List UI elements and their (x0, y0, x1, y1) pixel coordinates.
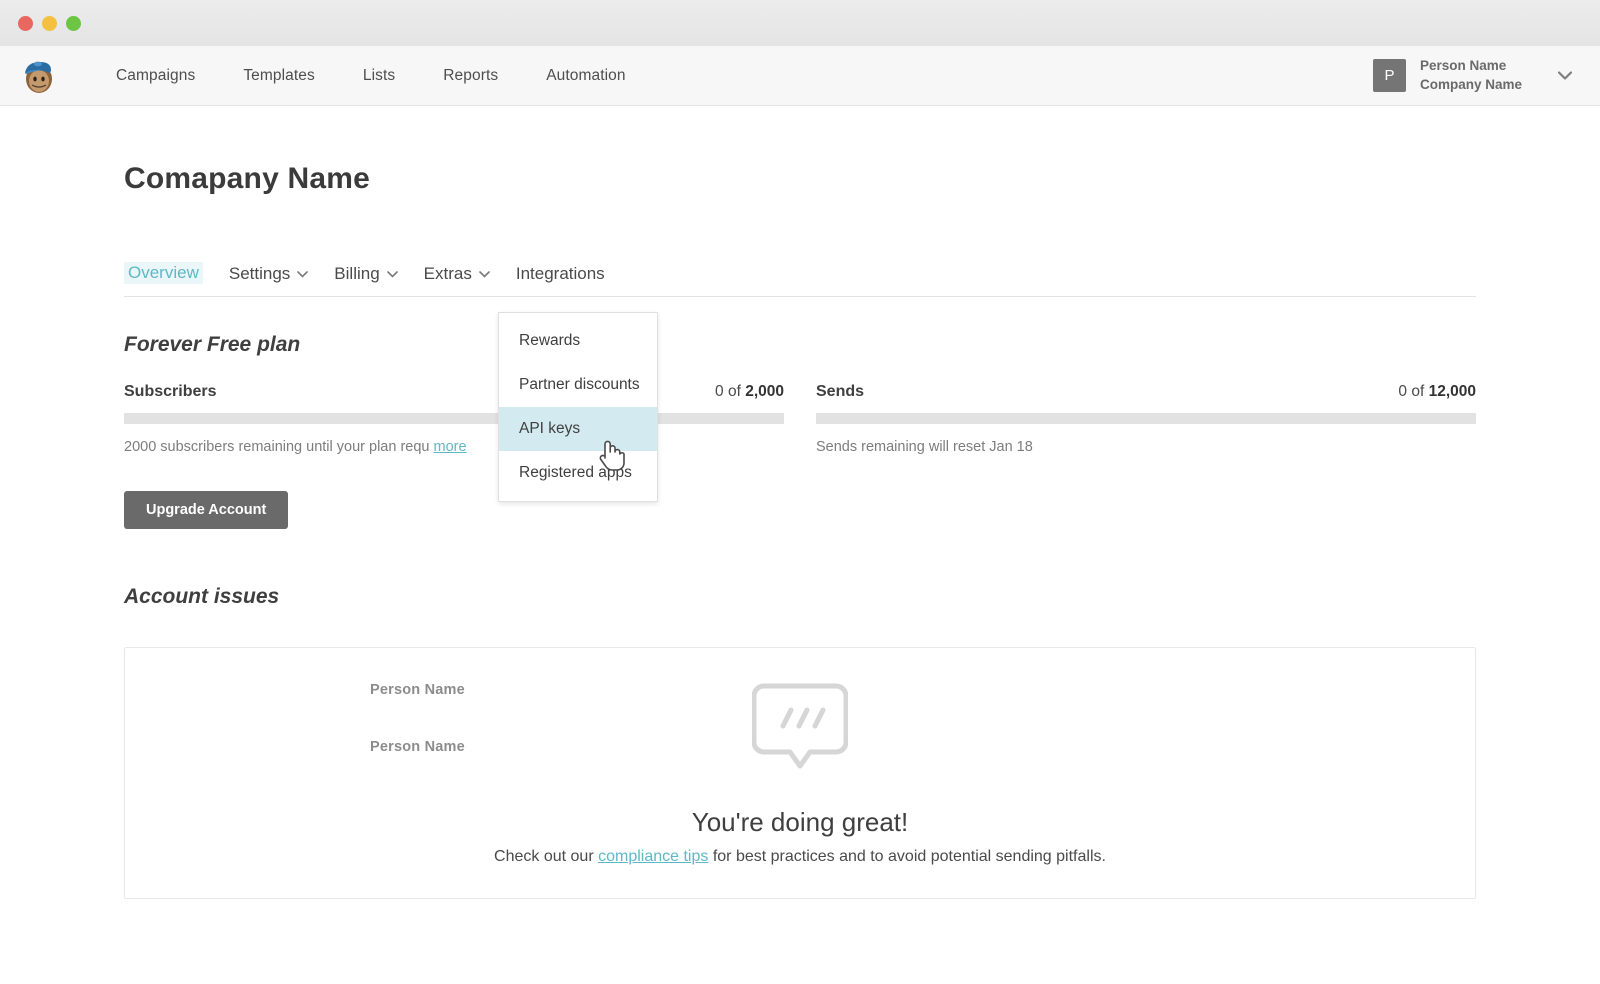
meter-subscribers-count-total: 2,000 (745, 383, 784, 400)
meter-sends-head: Sends 0 of 12,000 (816, 383, 1476, 401)
meter-subscribers-label: Subscribers (124, 383, 217, 400)
meter-sends: Sends 0 of 12,000 Sends remaining will r… (816, 383, 1476, 455)
nav-item-reports[interactable]: Reports (419, 61, 522, 91)
meter-sends-label: Sends (816, 383, 865, 400)
tab-label-extras: Extras (423, 264, 472, 283)
meter-subscribers-bar (124, 413, 784, 424)
chevron-down-icon-settings (297, 269, 309, 281)
tab-settings[interactable]: Settings (229, 264, 334, 284)
account-labels: Person Name Company Name (1420, 57, 1522, 93)
dropdown-label-rewards: Rewards (519, 332, 581, 349)
tab-billing[interactable]: Billing (334, 264, 423, 284)
account-tabs: Overview Settings Billing Extras Integra… (124, 262, 1476, 297)
plan-meters: Subscribers 0 of 2,000 2000 subscribers … (124, 383, 1476, 455)
account-company-name: Company Name (1419, 76, 1522, 92)
extras-dropdown-menu: Rewards Partner discounts API keys Regis… (498, 312, 658, 502)
account-person-name: Person Name (1419, 58, 1507, 74)
empty-state-subtitle: Check out our compliance tips for best p… (494, 848, 1106, 866)
tab-label-integrations: Integrations (515, 264, 605, 283)
dropdown-item-partner-discounts[interactable]: Partner discounts (499, 363, 657, 407)
tab-integrations[interactable]: Integrations (516, 264, 631, 284)
nav-label-automation: Automation (546, 66, 626, 84)
app-header: Campaigns Templates Lists Reports Automa… (0, 46, 1600, 106)
speech-bubble-icon (751, 680, 849, 777)
dropdown-item-registered-apps[interactable]: Registered apps (499, 451, 657, 495)
meter-subscribers-more-link[interactable]: more (434, 439, 467, 455)
minimize-window-button[interactable] (42, 15, 57, 31)
empty-sub-before: Check out our (494, 848, 599, 865)
compliance-tips-link[interactable]: compliance tips (598, 848, 708, 865)
nav-label-campaigns: Campaigns (116, 66, 196, 84)
account-issues-empty-state: You're doing great! Check out our compli… (124, 647, 1476, 899)
meter-sends-count: 0 of 12,000 (1398, 383, 1476, 401)
meter-subscribers-head: Subscribers 0 of 2,000 (124, 383, 784, 401)
close-window-button[interactable] (18, 15, 33, 31)
chevron-down-icon-billing (386, 269, 398, 281)
avatar: P (1372, 59, 1406, 92)
meter-sends-count-total: 12,000 (1428, 383, 1476, 400)
avatar-initial: P (1384, 67, 1395, 84)
empty-state-title: You're doing great! (691, 807, 909, 837)
meter-subscribers-note-text: 2000 subscribers remaining until your pl… (124, 439, 430, 455)
meter-subscribers-note: 2000 subscribers remaining until your pl… (124, 439, 784, 455)
nav-label-reports: Reports (443, 66, 499, 84)
nav-item-campaigns[interactable]: Campaigns (92, 61, 219, 91)
nav-item-templates[interactable]: Templates (219, 61, 339, 91)
meter-sends-count-current: 0 of (1398, 383, 1429, 400)
nav-item-automation[interactable]: Automation (522, 61, 649, 91)
ghost-person-name-1: Person Name (370, 682, 465, 698)
content-container: Comapany Name Overview Settings Billing … (124, 106, 1476, 899)
meter-subscribers: Subscribers 0 of 2,000 2000 subscribers … (124, 383, 784, 455)
dropdown-item-api-keys[interactable]: API keys (499, 407, 657, 451)
page-title: Comapany Name (124, 162, 371, 195)
tab-overview[interactable]: Overview (124, 262, 203, 284)
account-issues-title: Account issues (124, 585, 280, 608)
mailchimp-freddie-logo-icon[interactable] (18, 55, 60, 97)
tab-label-billing: Billing (334, 264, 380, 283)
meter-subscribers-count: 0 of 2,000 (715, 383, 784, 401)
nav-label-lists: Lists (362, 66, 396, 84)
dropdown-label-registered-apps: Registered apps (519, 464, 632, 481)
account-menu[interactable]: P Person Name Company Name (1372, 57, 1576, 93)
maximize-window-button[interactable] (66, 15, 81, 31)
meter-sends-bar (816, 413, 1476, 424)
dropdown-label-partner-discounts: Partner discounts (519, 376, 640, 393)
dropdown-item-rewards[interactable]: Rewards (499, 319, 657, 363)
upgrade-account-button[interactable]: Upgrade Account (124, 491, 289, 529)
chevron-down-icon-extras (479, 269, 490, 281)
meter-sends-note: Sends remaining will reset Jan 18 (816, 439, 1033, 455)
meter-subscribers-count-current: 0 of (715, 383, 746, 400)
main-navigation: Campaigns Templates Lists Reports Automa… (92, 61, 650, 91)
window-title-bar (0, 0, 1600, 46)
nav-label-templates: Templates (243, 66, 315, 84)
ghost-person-name-2: Person Name (370, 739, 465, 755)
nav-item-lists[interactable]: Lists (339, 61, 419, 91)
traffic-lights (18, 15, 81, 31)
page-body: Comapany Name Overview Settings Billing … (0, 106, 1600, 899)
empty-sub-after: for best practices and to avoid potentia… (708, 848, 1106, 865)
chevron-down-icon[interactable] (1557, 68, 1573, 83)
dropdown-label-api-keys: API keys (519, 420, 581, 437)
tab-label-overview: Overview (128, 263, 199, 282)
plan-name: Forever Free plan (124, 333, 301, 356)
tab-label-settings: Settings (228, 264, 291, 283)
tab-extras[interactable]: Extras (424, 264, 516, 284)
